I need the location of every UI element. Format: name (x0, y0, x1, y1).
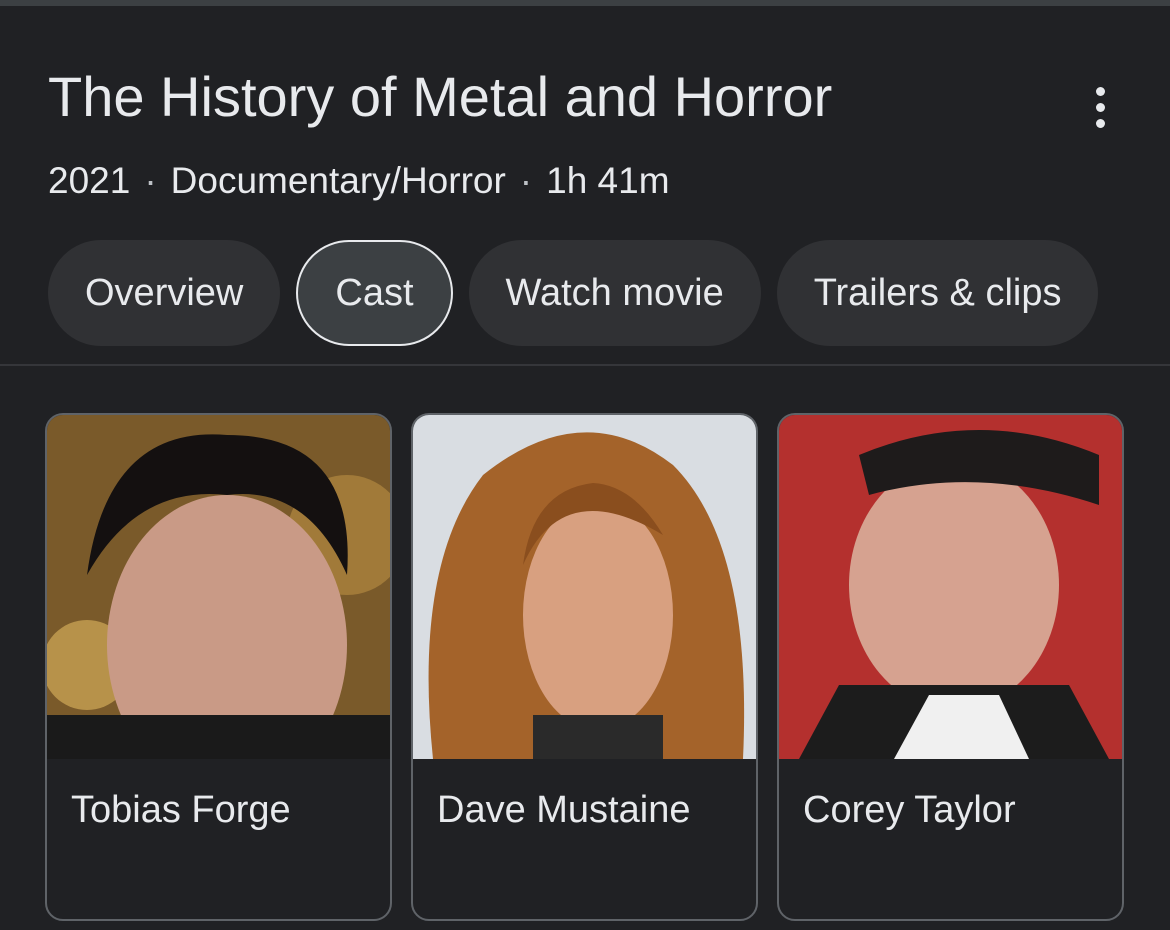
movie-meta: 2021 · Documentary/Horror · 1h 41m (48, 158, 670, 204)
release-year: 2021 (48, 160, 131, 201)
cast-carousel: Tobias Forge Dave Mustaine Corey Taylor (45, 413, 1170, 930)
more-options-button[interactable] (1078, 82, 1122, 132)
cast-photo (779, 415, 1122, 759)
tab-trailers-clips[interactable]: Trailers & clips (776, 240, 1099, 346)
genre: Documentary/Horror (170, 160, 506, 201)
top-divider (0, 0, 1170, 6)
section-divider (0, 364, 1170, 366)
more-vert-icon-dot (1095, 102, 1105, 112)
cast-name: Tobias Forge (71, 789, 291, 831)
page-title: The History of Metal and Horror (48, 65, 833, 128)
runtime: 1h 41m (546, 160, 670, 201)
cast-name: Dave Mustaine (437, 789, 691, 831)
cast-photo (413, 415, 756, 759)
cast-card[interactable]: Tobias Forge (45, 413, 392, 921)
meta-separator: · (144, 160, 157, 201)
cast-card[interactable]: Corey Taylor (777, 413, 1124, 921)
tab-cast[interactable]: Cast (296, 240, 453, 346)
tab-watch-movie[interactable]: Watch movie (468, 240, 761, 346)
tab-bar: Overview Cast Watch movie Trailers & clips (48, 240, 1170, 346)
more-vert-icon-dot (1095, 118, 1105, 128)
tab-overview[interactable]: Overview (48, 240, 281, 346)
more-vert-icon-dot (1095, 86, 1105, 96)
cast-name: Corey Taylor (803, 789, 1016, 831)
cast-card[interactable]: Dave Mustaine (411, 413, 758, 921)
cast-photo (47, 415, 390, 759)
meta-separator: · (519, 160, 533, 201)
